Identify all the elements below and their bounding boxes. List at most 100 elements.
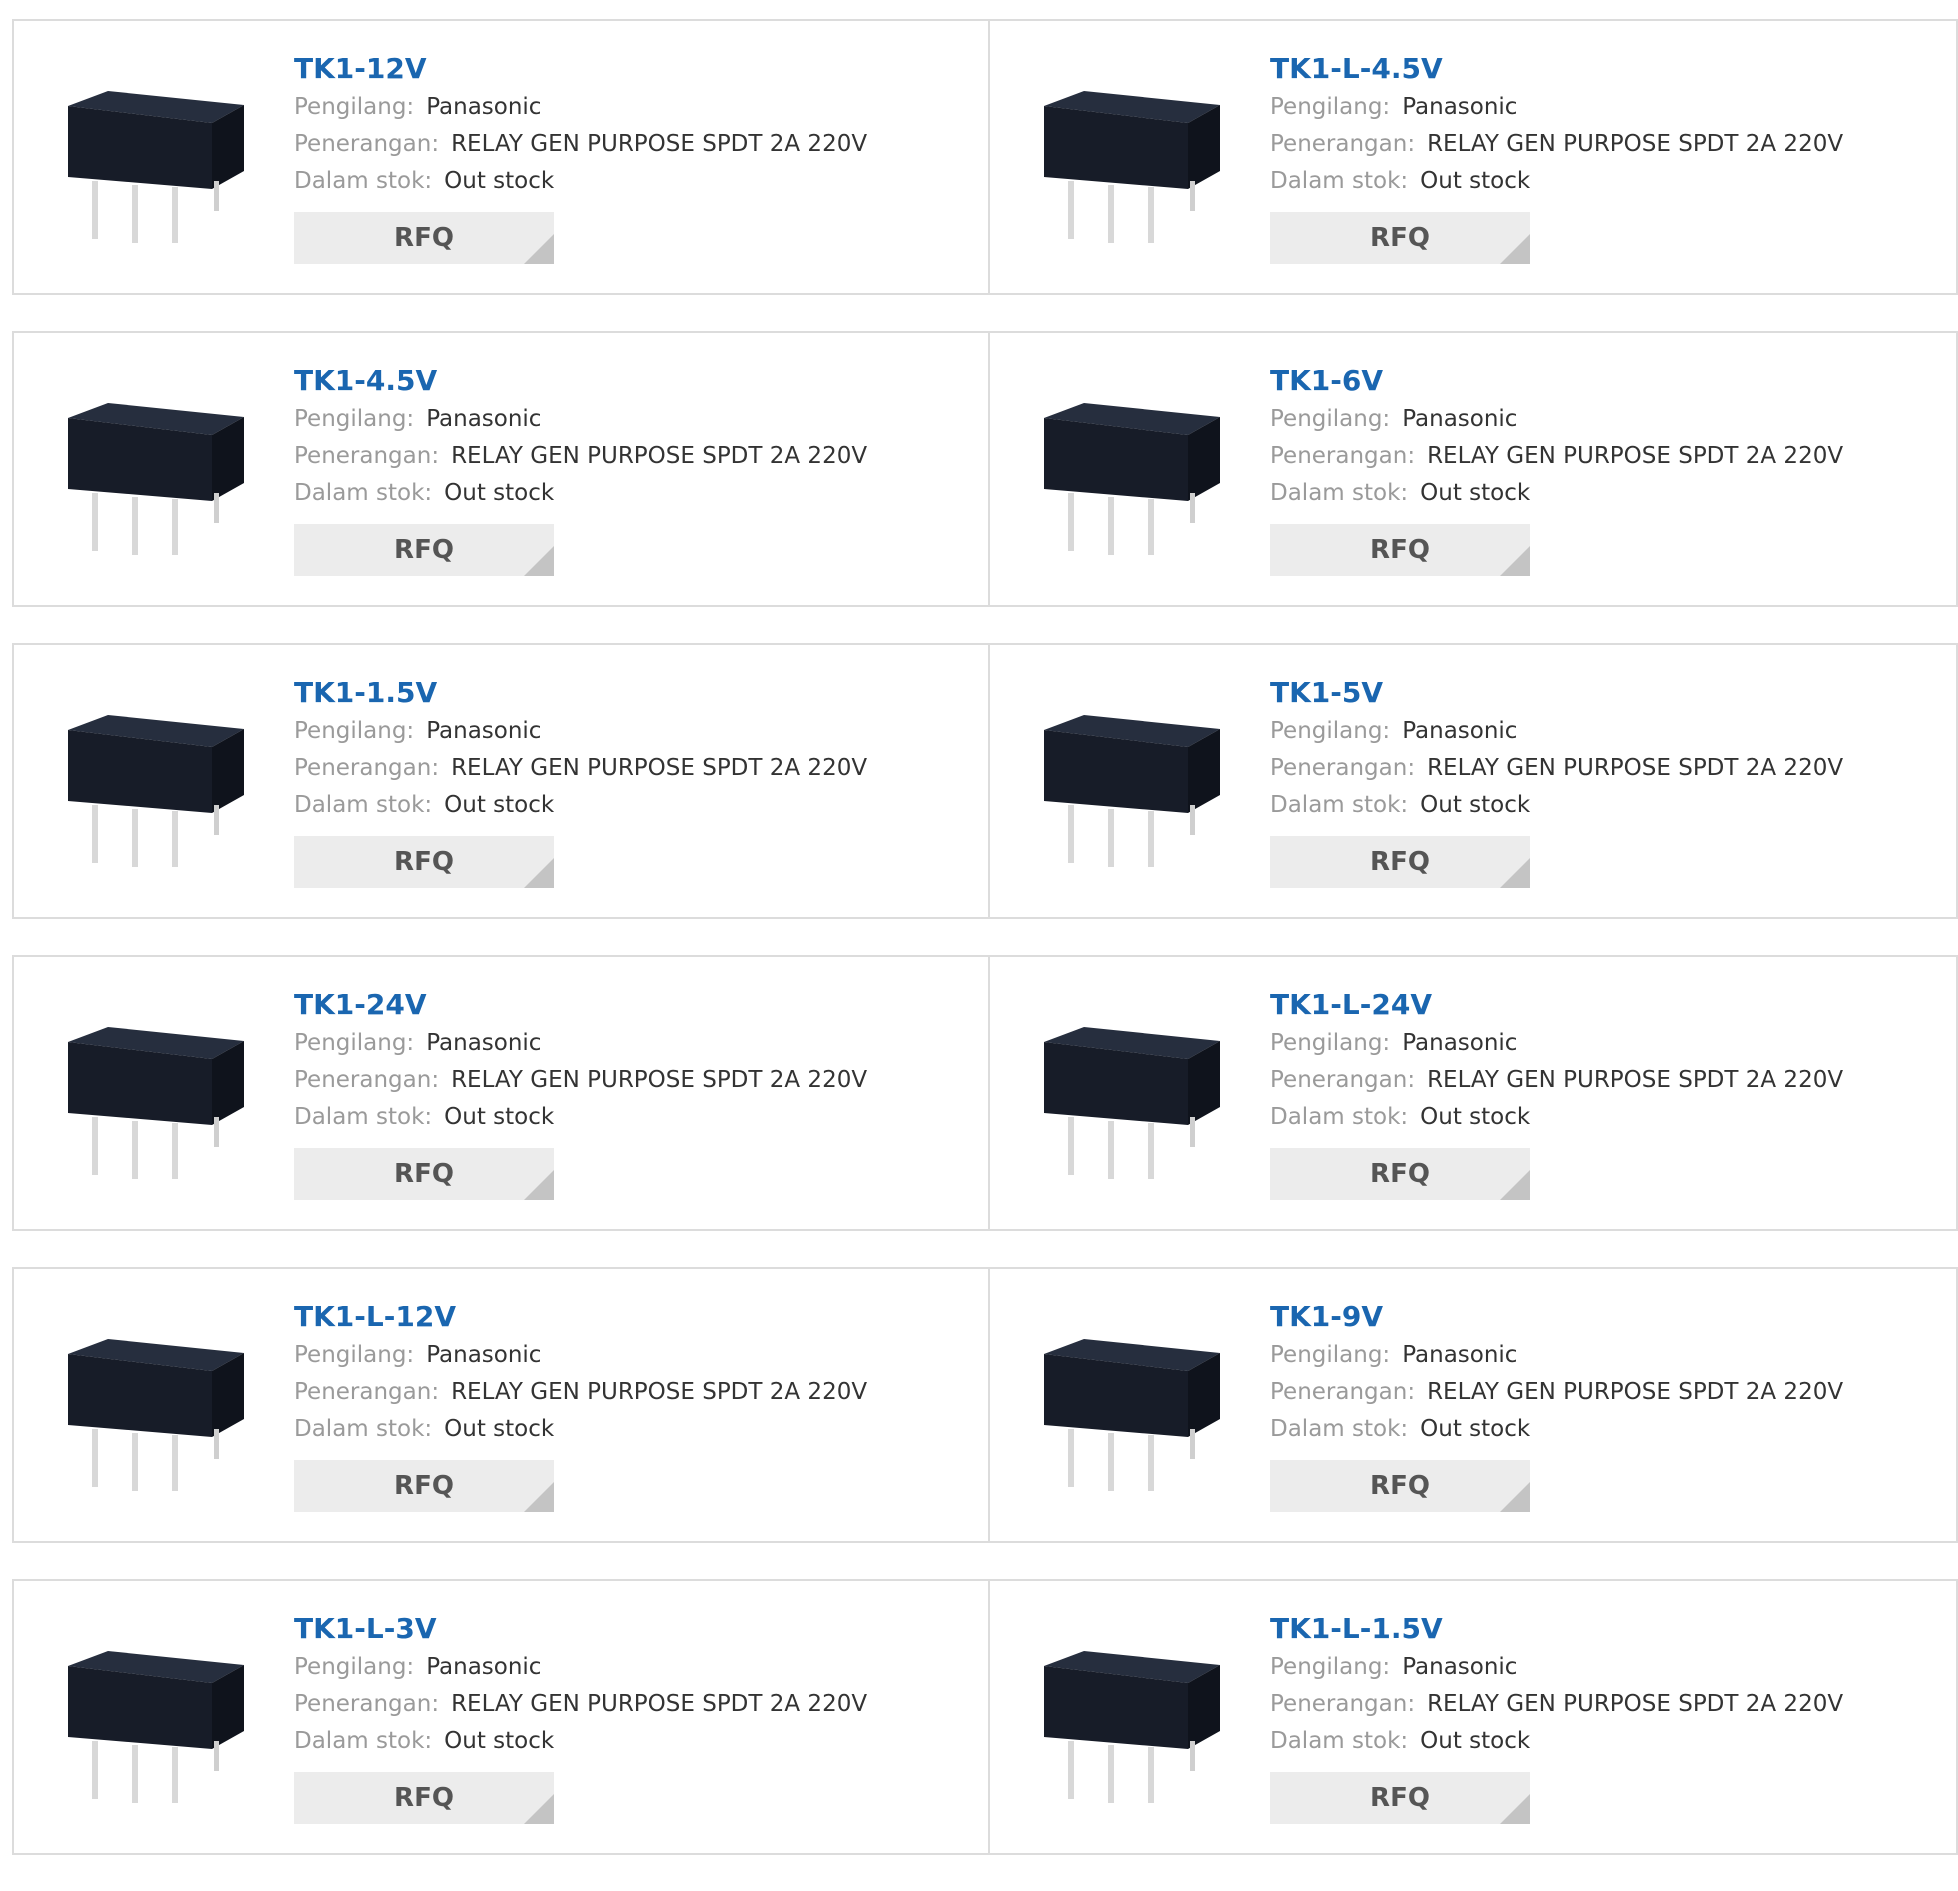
rfq-corner-icon: [1500, 234, 1530, 264]
description-row: Penerangan: RELAY GEN PURPOSE SPDT 2A 220…: [294, 438, 944, 475]
description-row: Penerangan: RELAY GEN PURPOSE SPDT 2A 220…: [1270, 1686, 1920, 1723]
rfq-corner-icon: [524, 546, 554, 576]
relay-product-image[interactable]: [1026, 685, 1230, 885]
product-info: TK1-L-4.5V Pengilang: Panasonic Peneranga…: [1270, 49, 1920, 264]
relay-product-image[interactable]: [50, 685, 254, 885]
rfq-button[interactable]: RFQ: [294, 1148, 554, 1200]
rfq-button[interactable]: RFQ: [1270, 1148, 1530, 1200]
manufacturer-row: Pengilang: Panasonic: [1270, 89, 1920, 126]
manufacturer-row: Pengilang: Panasonic: [294, 1649, 944, 1686]
manufacturer-value: Panasonic: [1402, 94, 1518, 120]
part-number-link[interactable]: TK1-4.5V: [294, 361, 944, 401]
rfq-label: RFQ: [1370, 535, 1430, 565]
part-number-link[interactable]: TK1-L-24V: [1270, 985, 1920, 1025]
stock-label: Dalam stok:: [294, 1104, 433, 1130]
relay-product-image[interactable]: [50, 997, 254, 1197]
manufacturer-value: Panasonic: [426, 1654, 542, 1680]
rfq-corner-icon: [524, 1794, 554, 1824]
manufacturer-row: Pengilang: Panasonic: [294, 401, 944, 438]
stock-row: Dalam stok: Out stock: [1270, 1099, 1920, 1136]
rfq-button[interactable]: RFQ: [294, 836, 554, 888]
stock-value: Out stock: [1420, 1416, 1531, 1442]
manufacturer-row: Pengilang: Panasonic: [294, 89, 944, 126]
manufacturer-value: Panasonic: [1402, 718, 1518, 744]
stock-value: Out stock: [444, 1104, 555, 1130]
stock-value: Out stock: [444, 1416, 555, 1442]
part-number-link[interactable]: TK1-L-12V: [294, 1297, 944, 1337]
stock-row: Dalam stok: Out stock: [294, 163, 944, 200]
stock-row: Dalam stok: Out stock: [1270, 787, 1920, 824]
product-card: TK1-4.5V Pengilang: Panasonic Penerangan:…: [12, 331, 990, 607]
manufacturer-row: Pengilang: Panasonic: [1270, 1649, 1920, 1686]
description-label: Penerangan:: [294, 131, 440, 157]
stock-label: Dalam stok:: [1270, 1104, 1409, 1130]
description-value: RELAY GEN PURPOSE SPDT 2A 220V: [451, 1379, 868, 1405]
rfq-button[interactable]: RFQ: [294, 524, 554, 576]
relay-product-image[interactable]: [1026, 1309, 1230, 1509]
manufacturer-label: Pengilang:: [294, 1654, 415, 1680]
part-number-link[interactable]: TK1-L-1.5V: [1270, 1609, 1920, 1649]
description-row: Penerangan: RELAY GEN PURPOSE SPDT 2A 220…: [294, 1686, 944, 1723]
rfq-button[interactable]: RFQ: [1270, 1460, 1530, 1512]
relay-product-image[interactable]: [50, 61, 254, 261]
rfq-button[interactable]: RFQ: [1270, 1772, 1530, 1824]
rfq-corner-icon: [1500, 1170, 1530, 1200]
manufacturer-label: Pengilang:: [294, 94, 415, 120]
product-info: TK1-1.5V Pengilang: Panasonic Penerangan:…: [294, 673, 944, 888]
description-value: RELAY GEN PURPOSE SPDT 2A 220V: [451, 443, 868, 469]
relay-product-image[interactable]: [1026, 61, 1230, 261]
part-number-link[interactable]: TK1-9V: [1270, 1297, 1920, 1337]
relay-product-image[interactable]: [1026, 1621, 1230, 1821]
rfq-button[interactable]: RFQ: [1270, 524, 1530, 576]
stock-value: Out stock: [444, 168, 555, 194]
description-label: Penerangan:: [294, 755, 440, 781]
stock-row: Dalam stok: Out stock: [294, 475, 944, 512]
rfq-label: RFQ: [1370, 1471, 1430, 1501]
manufacturer-row: Pengilang: Panasonic: [1270, 713, 1920, 750]
description-row: Penerangan: RELAY GEN PURPOSE SPDT 2A 220…: [1270, 750, 1920, 787]
product-info: TK1-9V Pengilang: Panasonic Penerangan: RE…: [1270, 1297, 1920, 1512]
part-number-link[interactable]: TK1-12V: [294, 49, 944, 89]
part-number-link[interactable]: TK1-24V: [294, 985, 944, 1025]
relay-product-image[interactable]: [50, 373, 254, 573]
stock-value: Out stock: [444, 480, 555, 506]
product-card: TK1-1.5V Pengilang: Panasonic Penerangan:…: [12, 643, 990, 919]
part-number-link[interactable]: TK1-6V: [1270, 361, 1920, 401]
manufacturer-value: Panasonic: [426, 718, 542, 744]
stock-label: Dalam stok:: [294, 480, 433, 506]
manufacturer-value: Panasonic: [426, 406, 542, 432]
rfq-label: RFQ: [394, 535, 454, 565]
description-label: Penerangan:: [294, 443, 440, 469]
rfq-button[interactable]: RFQ: [294, 212, 554, 264]
manufacturer-value: Panasonic: [426, 94, 542, 120]
rfq-button[interactable]: RFQ: [1270, 212, 1530, 264]
relay-product-image[interactable]: [1026, 997, 1230, 1197]
rfq-label: RFQ: [394, 1159, 454, 1189]
relay-product-image[interactable]: [50, 1621, 254, 1821]
description-value: RELAY GEN PURPOSE SPDT 2A 220V: [1427, 1379, 1844, 1405]
product-row: TK1-4.5V Pengilang: Panasonic Penerangan:…: [12, 331, 1958, 607]
stock-row: Dalam stok: Out stock: [294, 1411, 944, 1448]
rfq-button[interactable]: RFQ: [294, 1772, 554, 1824]
part-number-link[interactable]: TK1-L-4.5V: [1270, 49, 1920, 89]
stock-value: Out stock: [444, 1728, 555, 1754]
product-info: TK1-L-12V Pengilang: Panasonic Penerangan…: [294, 1297, 944, 1512]
description-label: Penerangan:: [294, 1067, 440, 1093]
stock-row: Dalam stok: Out stock: [1270, 163, 1920, 200]
rfq-button[interactable]: RFQ: [1270, 836, 1530, 888]
relay-product-image[interactable]: [50, 1309, 254, 1509]
rfq-button[interactable]: RFQ: [294, 1460, 554, 1512]
manufacturer-label: Pengilang:: [1270, 718, 1391, 744]
description-value: RELAY GEN PURPOSE SPDT 2A 220V: [451, 131, 868, 157]
description-value: RELAY GEN PURPOSE SPDT 2A 220V: [451, 1691, 868, 1717]
rfq-corner-icon: [1500, 1794, 1530, 1824]
product-info: TK1-4.5V Pengilang: Panasonic Penerangan:…: [294, 361, 944, 576]
part-number-link[interactable]: TK1-5V: [1270, 673, 1920, 713]
product-card: TK1-L-12V Pengilang: Panasonic Penerangan…: [12, 1267, 990, 1543]
manufacturer-label: Pengilang:: [294, 718, 415, 744]
stock-row: Dalam stok: Out stock: [294, 787, 944, 824]
part-number-link[interactable]: TK1-L-3V: [294, 1609, 944, 1649]
manufacturer-value: Panasonic: [1402, 1030, 1518, 1056]
relay-product-image[interactable]: [1026, 373, 1230, 573]
part-number-link[interactable]: TK1-1.5V: [294, 673, 944, 713]
